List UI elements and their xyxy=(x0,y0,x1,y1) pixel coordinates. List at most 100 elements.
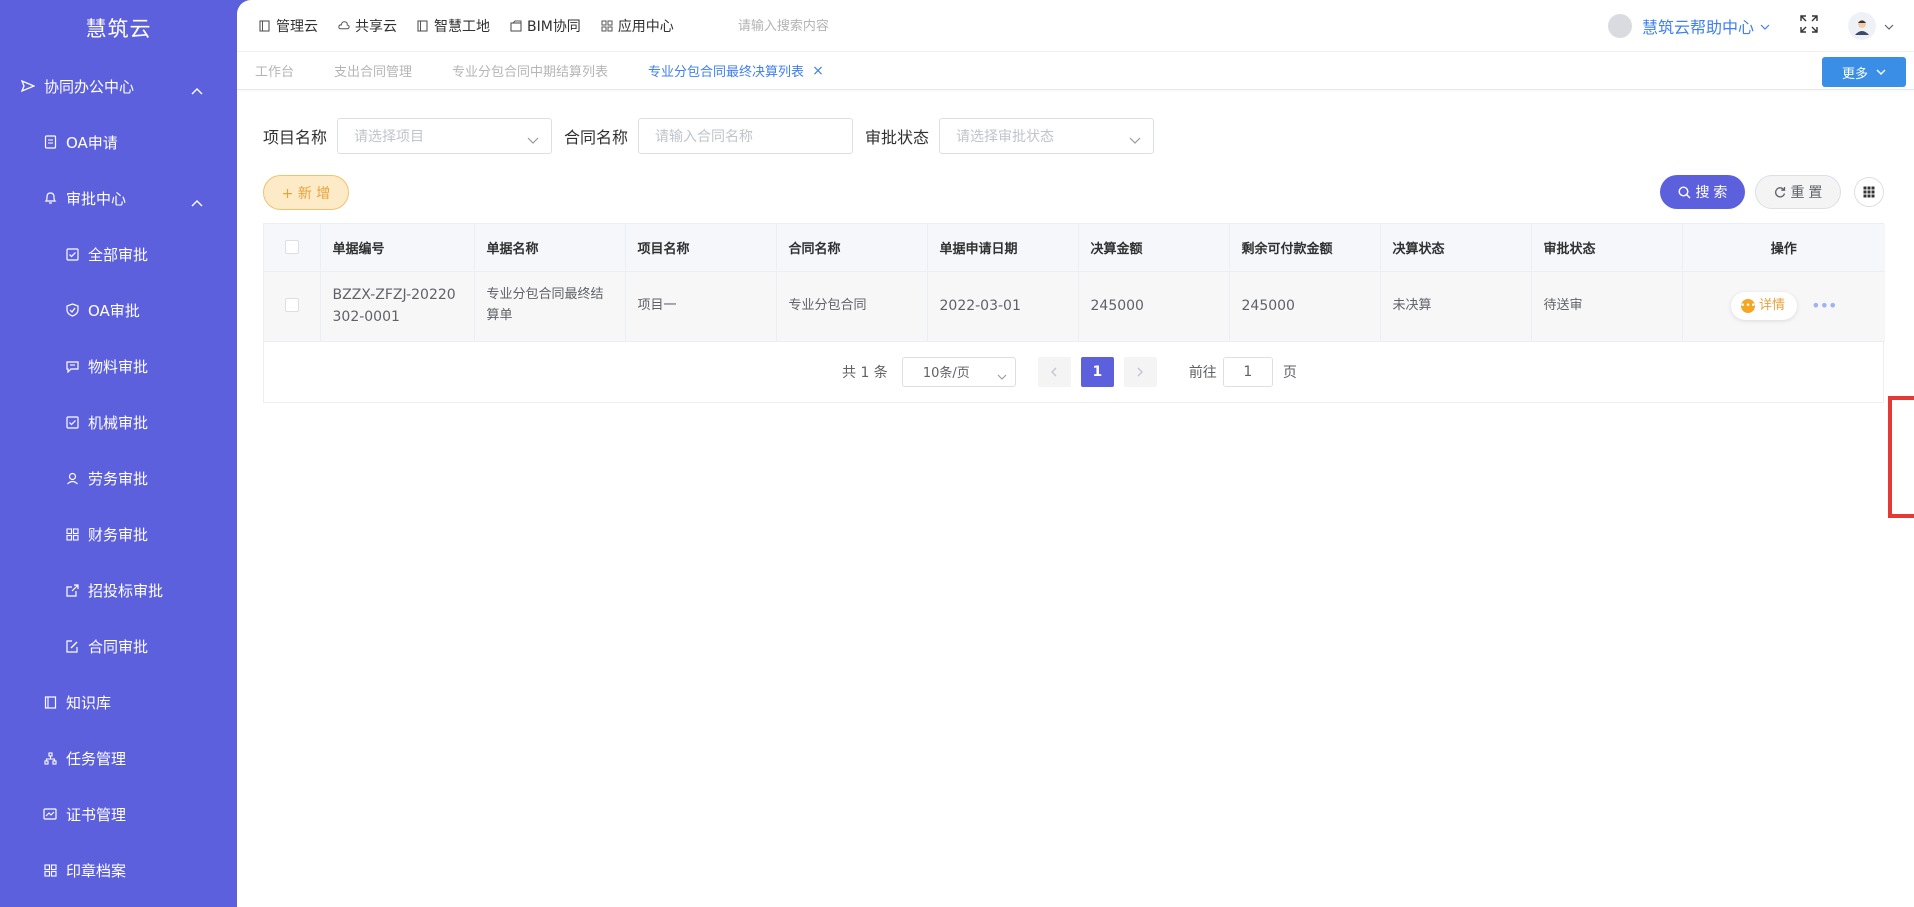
tab-interim-settlement[interactable]: 专业分包合同中期结算列表 xyxy=(452,61,608,80)
tab-final-settlement[interactable]: 专业分包合同最终决算列表 × xyxy=(648,61,824,81)
goto-page: 前往 1 页 xyxy=(1188,356,1297,387)
sidebar-item-oa-apply[interactable]: OA申请 xyxy=(0,114,237,170)
topnav-share-cloud[interactable]: 共享云 xyxy=(338,16,397,36)
refresh-icon xyxy=(1774,186,1786,198)
cloud-icon xyxy=(338,20,350,32)
grid-icon xyxy=(42,862,58,878)
select-all-cell xyxy=(264,224,321,272)
search-icon xyxy=(1678,185,1691,199)
help-center-link[interactable]: 慧筑云帮助中心 xyxy=(1642,14,1754,38)
global-search-input[interactable] xyxy=(737,18,938,33)
sidebar-item-certificate-management[interactable]: 证书管理 xyxy=(0,786,237,842)
cube-icon xyxy=(510,20,522,32)
sidebar-item-bidding-approval[interactable]: 招投标审批 xyxy=(0,562,237,618)
cell-amount: 245000 xyxy=(1078,271,1230,342)
column-header: 决算状态 xyxy=(1380,224,1532,272)
topnav-bim[interactable]: BIM协同 xyxy=(510,16,581,36)
sidebar-item-label: 印章档案 xyxy=(66,861,127,880)
more-circle-icon: ••• xyxy=(1740,299,1756,313)
sidebar-item-material-approval[interactable]: 物料审批 xyxy=(0,338,237,394)
project-select[interactable]: 请选择项目 xyxy=(337,118,553,154)
sidebar-item-label: OA审批 xyxy=(88,301,140,320)
book-icon xyxy=(42,694,58,710)
top-right-actions: 慧筑云帮助中心 xyxy=(1607,0,1894,52)
reset-label: 重 置 xyxy=(1790,184,1823,200)
chevron-up-icon xyxy=(191,193,203,211)
sidebar-item-finance-approval[interactable]: 财务审批 xyxy=(0,506,237,562)
chevron-down-icon[interactable] xyxy=(1760,18,1770,34)
table-row[interactable]: BZZX-ZFZJ-20220302-0001 专业分包合同最终结算单 项目一 … xyxy=(264,271,1885,342)
topnav-management-cloud[interactable]: 管理云 xyxy=(259,16,318,36)
image-card-icon xyxy=(42,806,58,822)
close-icon[interactable]: × xyxy=(812,63,824,79)
table-header-row: 单据编号 单据名称 项目名称 合同名称 单据申请日期 决算金额 剩余可付款金额 … xyxy=(264,224,1885,272)
fullscreen-icon[interactable] xyxy=(1800,15,1818,37)
topnav-label: 应用中心 xyxy=(617,18,674,35)
filter-bar: 项目名称 请选择项目 合同名称 请输入合同名称 审批状态 请选择审批状态 xyxy=(263,118,1166,154)
contract-input[interactable]: 请输入合同名称 xyxy=(638,118,854,154)
tab-expense-contract[interactable]: 支出合同管理 xyxy=(334,61,412,80)
contract-placeholder: 请输入合同名称 xyxy=(655,129,754,145)
sidebar-item-label: 全部审批 xyxy=(88,245,149,264)
topnav-label: BIM协同 xyxy=(527,18,581,35)
project-placeholder: 请选择项目 xyxy=(354,129,425,145)
topnav-label: 共享云 xyxy=(355,18,397,35)
row-select-cell xyxy=(264,271,321,342)
row-checkbox[interactable] xyxy=(284,298,299,313)
chevron-down-icon[interactable] xyxy=(1884,18,1894,34)
sidebar-item-approval-center[interactable]: 审批中心 xyxy=(0,170,237,226)
approval-status-select[interactable]: 请选择审批状态 xyxy=(939,118,1155,154)
sidebar-item-label: 财务审批 xyxy=(88,525,149,544)
page-button-current[interactable]: 1 xyxy=(1080,356,1114,387)
tab-bar: 工作台 支出合同管理 专业分包合同中期结算列表 专业分包合同最终决算列表 × 更… xyxy=(237,52,1914,90)
project-label: 项目名称 xyxy=(263,128,328,147)
sidebar-item-task-management[interactable]: 任务管理 xyxy=(0,730,237,786)
detail-button[interactable]: ••• 详情 xyxy=(1731,292,1798,320)
book-icon xyxy=(417,19,429,32)
grid-icon xyxy=(601,20,613,32)
sidebar-item-labor-approval[interactable]: 劳务审批 xyxy=(0,450,237,506)
sidebar-item-seal-archive[interactable]: 印章档案 xyxy=(0,842,237,898)
add-button[interactable]: + 新 增 xyxy=(263,175,349,210)
chevron-right-icon xyxy=(1137,367,1144,377)
goto-prefix: 前往 xyxy=(1188,364,1217,381)
search-button[interactable]: 搜 索 xyxy=(1660,175,1745,209)
user-avatar[interactable] xyxy=(1848,12,1876,40)
reset-button[interactable]: 重 置 xyxy=(1755,175,1841,209)
chevron-down-icon xyxy=(997,369,1007,384)
sidebar-item-label: 物料审批 xyxy=(88,357,149,376)
user-icon xyxy=(64,470,80,486)
external-link-icon xyxy=(64,582,80,598)
more-actions-icon[interactable]: ••• xyxy=(1811,293,1837,319)
sidebar-item-collab-office[interactable]: 协同办公中心 xyxy=(0,58,237,114)
column-header: 剩余可付款金额 xyxy=(1229,224,1381,272)
select-all-checkbox[interactable] xyxy=(284,240,299,255)
sidebar-item-label: 劳务审批 xyxy=(88,469,149,488)
goto-page-input[interactable]: 1 xyxy=(1222,356,1273,387)
page-size-value: 10条/页 xyxy=(922,366,970,381)
column-header: 单据编号 xyxy=(320,224,475,272)
more-tabs-button[interactable]: 更多 xyxy=(1822,57,1906,87)
page-size-select[interactable]: 10条/页 xyxy=(901,356,1016,387)
sidebar-item-machinery-approval[interactable]: 机械审批 xyxy=(0,394,237,450)
sidebar-item-label: 合同审批 xyxy=(88,637,149,656)
next-page-button[interactable] xyxy=(1123,356,1157,387)
sidebar-item-contract-approval[interactable]: 合同审批 xyxy=(0,618,237,674)
prev-page-button[interactable] xyxy=(1037,356,1071,387)
tab-workbench[interactable]: 工作台 xyxy=(255,61,294,80)
checkbox-icon xyxy=(64,246,80,262)
edit-document-icon xyxy=(64,638,80,654)
sidebar-item-knowledge-base[interactable]: 知识库 xyxy=(0,674,237,730)
column-header: 项目名称 xyxy=(625,224,777,272)
highlight-box xyxy=(1888,396,1914,518)
sidebar-item-label: 审批中心 xyxy=(66,189,127,208)
column-settings-button[interactable] xyxy=(1854,177,1884,207)
cell-name: 专业分包合同最终结算单 xyxy=(474,271,626,342)
detail-label: 详情 xyxy=(1759,297,1786,313)
column-header: 决算金额 xyxy=(1078,224,1230,272)
sidebar-item-all-approvals[interactable]: 全部审批 xyxy=(0,226,237,282)
sidebar-item-oa-approval[interactable]: OA审批 xyxy=(0,282,237,338)
topnav-app-center[interactable]: 应用中心 xyxy=(601,16,674,36)
shield-check-icon xyxy=(64,302,80,318)
topnav-smart-site[interactable]: 智慧工地 xyxy=(417,16,490,36)
